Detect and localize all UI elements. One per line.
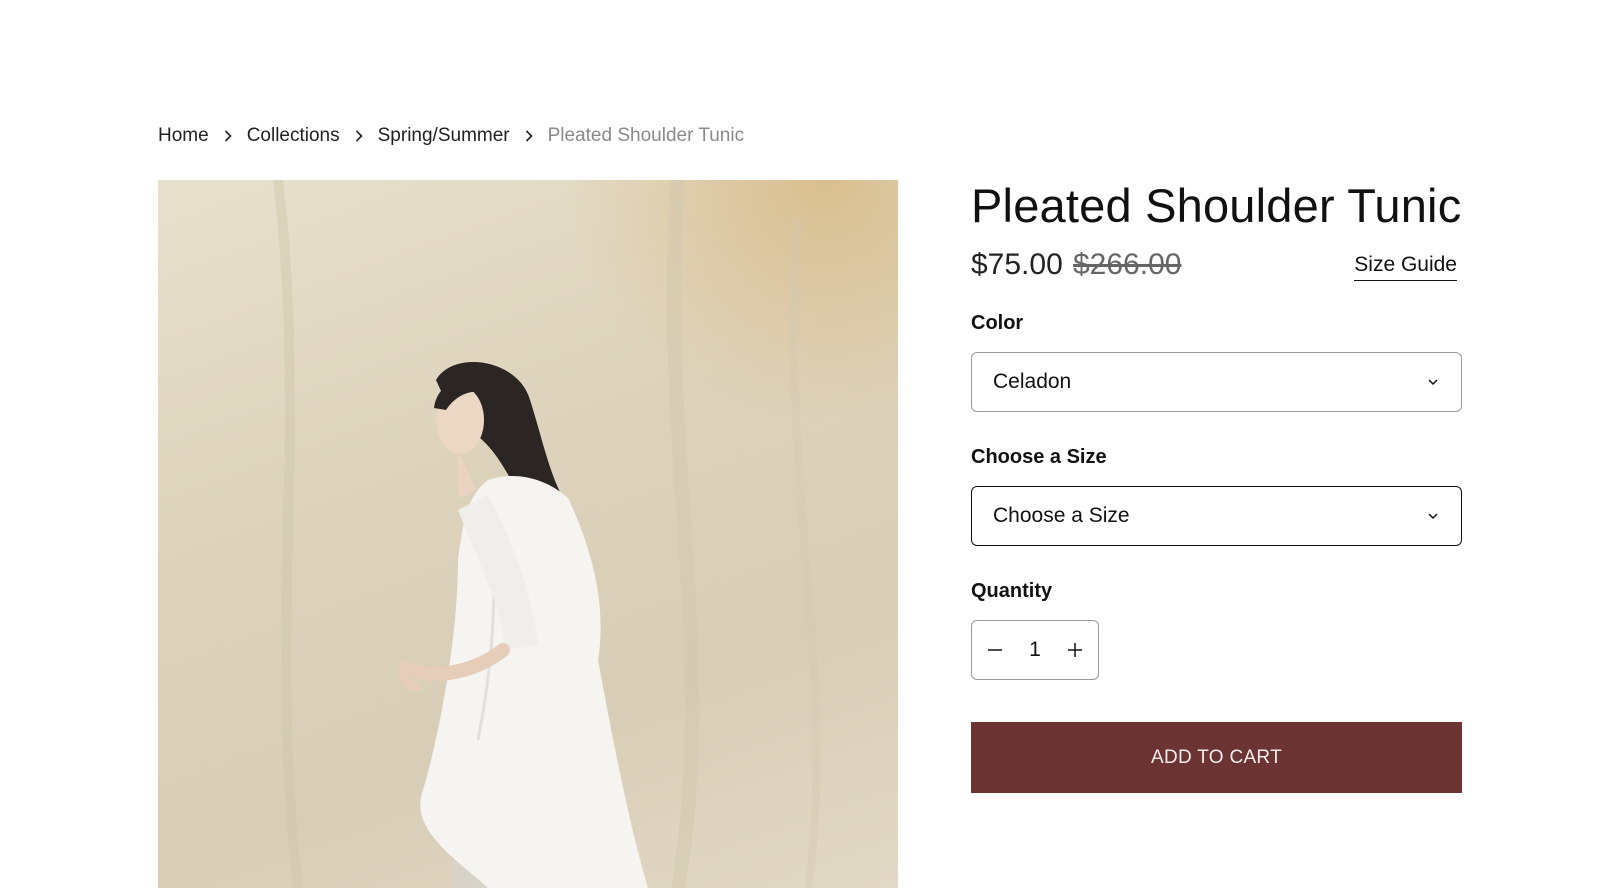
quantity-value[interactable]: 1 (1029, 638, 1041, 662)
product-title: Pleated Shoulder Tunic (971, 179, 1462, 232)
size-select-value: Choose a Size (993, 504, 1130, 527)
chevron-right-icon (520, 127, 538, 145)
chevron-right-icon (350, 127, 368, 145)
breadcrumb: Home Collections Spring/Summer Pleated S… (158, 122, 744, 150)
chevron-down-icon (1426, 509, 1440, 523)
chevron-down-icon (1426, 375, 1440, 389)
product-image[interactable] (158, 180, 898, 888)
price-row: $75.00 $266.00 Size Guide (971, 248, 1457, 288)
size-guide-link[interactable]: Size Guide (1354, 253, 1457, 281)
sale-price: $75.00 (971, 248, 1063, 281)
minus-icon[interactable] (984, 639, 1006, 661)
color-select-value: Celadon (993, 370, 1072, 393)
breadcrumb-collections[interactable]: Collections (247, 125, 340, 147)
size-label: Choose a Size (971, 446, 1107, 468)
color-select[interactable]: Celadon (971, 352, 1462, 412)
chevron-right-icon (219, 127, 237, 145)
original-price: $266.00 (1073, 248, 1182, 281)
quantity-stepper: 1 (971, 620, 1099, 680)
breadcrumb-spring-summer[interactable]: Spring/Summer (378, 125, 510, 147)
quantity-label: Quantity (971, 580, 1053, 602)
breadcrumb-home[interactable]: Home (158, 125, 209, 147)
breadcrumb-current: Pleated Shoulder Tunic (547, 125, 745, 146)
color-label: Color (971, 312, 1024, 334)
add-to-cart-button[interactable]: ADD TO CART (971, 722, 1462, 793)
plus-icon[interactable] (1064, 639, 1086, 661)
size-select[interactable]: Choose a Size (971, 486, 1462, 546)
